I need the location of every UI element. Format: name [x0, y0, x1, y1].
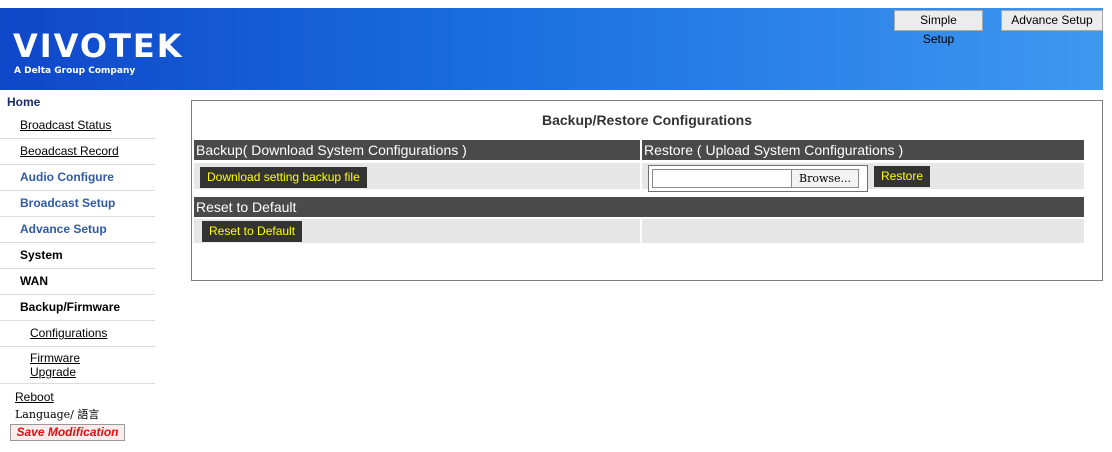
panel-title: Backup/Restore Configurations [541, 112, 753, 128]
restore-section-header: Restore ( Upload System Configurations ) [642, 140, 1084, 160]
vivotek-logo: VIVOTEK A Delta Group Company [13, 30, 184, 76]
advance-setup-button[interactable]: Advance Setup [1001, 10, 1103, 31]
sidebar-item-firmware-upgrade[interactable]: Firmware Upgrade [0, 347, 155, 384]
restore-button[interactable]: Restore [874, 166, 931, 187]
reset-section-header: Reset to Default [194, 197, 1084, 217]
sidebar-item-configurations[interactable]: Configurations [0, 321, 155, 347]
sidebar-nav: Home Broadcast Status Beoadcast Record A… [0, 93, 155, 441]
sidebar-item-wan[interactable]: WAN [0, 269, 155, 295]
file-path-field[interactable] [652, 169, 791, 188]
sidebar-home-link[interactable]: Home [0, 93, 155, 113]
save-modification-button[interactable]: Save Modification [10, 424, 125, 441]
backup-section-header: Backup( Download System Configurations ) [194, 140, 640, 160]
sidebar-item-language[interactable]: Language/ 語言 [0, 406, 155, 424]
sidebar-item-system[interactable]: System [0, 243, 155, 269]
reset-row-empty [642, 219, 1084, 243]
sidebar-item-backup-firmware[interactable]: Backup/Firmware [0, 295, 155, 321]
sidebar-item-broadcast-status[interactable]: Broadcast Status [0, 113, 155, 139]
logo-subtitle: A Delta Group Company [14, 66, 136, 76]
simple-setup-button[interactable]: Simple Setup [894, 10, 983, 46]
logo-text: VIVOTEK [13, 27, 184, 65]
sidebar-item-reboot[interactable]: Reboot [0, 388, 155, 406]
restore-file-input[interactable]: Browse... [648, 165, 868, 192]
sidebar-item-advance-setup[interactable]: Advance Setup [0, 217, 155, 243]
sidebar-item-broadcast-setup[interactable]: Broadcast Setup [0, 191, 155, 217]
sidebar-item-broadcast-record[interactable]: Beoadcast Record [0, 139, 155, 165]
reset-to-default-button[interactable]: Reset to Default [202, 221, 303, 242]
browse-button[interactable]: Browse... [791, 169, 859, 188]
backup-restore-panel: Backup/Restore Configurations Backup( Do… [191, 100, 1103, 281]
download-backup-button[interactable]: Download setting backup file [200, 167, 367, 188]
sidebar-item-audio-configure[interactable]: Audio Configure [0, 165, 155, 191]
